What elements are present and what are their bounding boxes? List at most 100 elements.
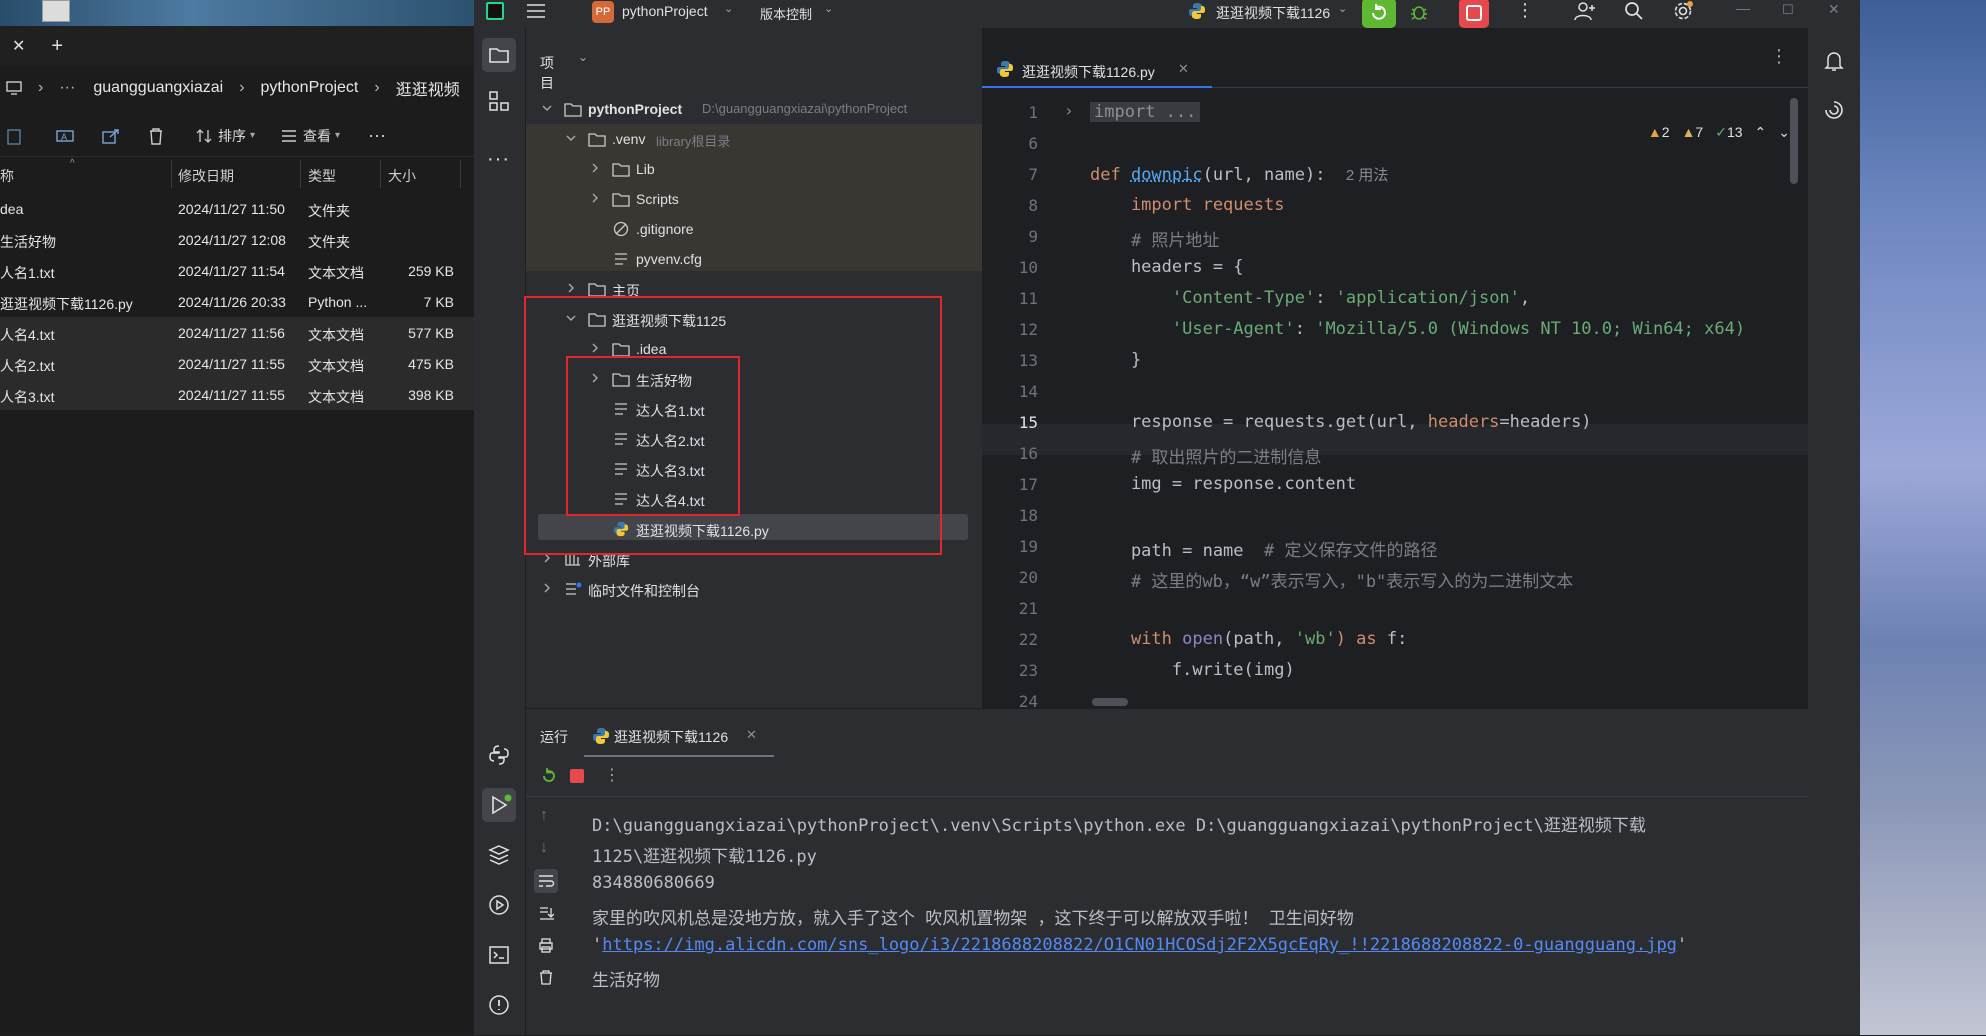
tree-item-scratches[interactable]: 临时文件和控制台 <box>526 574 982 604</box>
console-output[interactable]: D:\guangguangxiazai\pythonProject\.venv\… <box>592 805 1792 1035</box>
more-tools-icon[interactable]: ··· <box>487 148 510 171</box>
sort-button[interactable]: 排序 <box>218 126 246 146</box>
terminal-icon[interactable] <box>488 944 510 966</box>
more-options-button[interactable]: ··· <box>368 125 386 146</box>
project-panel-title[interactable]: 项目 <box>540 53 554 93</box>
clear-all-icon[interactable] <box>538 969 554 985</box>
settings-gear-icon[interactable] <box>1672 0 1694 22</box>
fold-chevron-icon[interactable]: › <box>1064 101 1074 120</box>
notifications-bell-icon[interactable] <box>1824 50 1844 72</box>
breadcrumb-item[interactable]: 逛逛视频 <box>396 76 460 100</box>
computer-icon[interactable] <box>6 81 22 95</box>
file-row[interactable]: 人名3.txt 2024/11/27 11:55 文本文档 398 KB <box>0 379 474 410</box>
tree-item-scripts[interactable]: Scripts <box>526 184 982 214</box>
code-line: } <box>1090 350 1141 370</box>
view-button[interactable]: 查看 <box>303 126 331 146</box>
editor-tab[interactable]: 逛逛视频下载1126.py ✕ <box>982 48 1212 88</box>
search-icon[interactable] <box>1624 1 1644 21</box>
debug-icon[interactable] <box>1409 2 1429 22</box>
close-tab-icon[interactable]: ✕ <box>746 727 757 743</box>
file-row[interactable]: 人名4.txt 2024/11/27 11:56 文本文档 577 KB <box>0 317 474 348</box>
chevron-down-icon: ⌄ <box>724 2 733 15</box>
tree-item-pyvenv[interactable]: pyvenv.cfg <box>526 244 982 274</box>
paste-icon[interactable] <box>6 127 22 145</box>
folded-imports[interactable]: import ... <box>1090 102 1200 122</box>
file-row[interactable]: dea 2024/11/27 11:50 文件夹 <box>0 193 474 224</box>
run-tool-button[interactable] <box>482 788 516 822</box>
line-number: 10 <box>982 258 1038 277</box>
folder-icon <box>588 131 606 147</box>
editor-more-icon[interactable]: ⋮ <box>1770 46 1788 67</box>
add-user-icon[interactable] <box>1574 1 1596 21</box>
breadcrumb-item[interactable]: pythonProject <box>261 79 359 97</box>
main-menu-icon[interactable] <box>526 3 546 19</box>
project-tool-button[interactable] <box>482 38 516 72</box>
breadcrumb-overflow[interactable]: ··· <box>59 79 75 97</box>
address-bar[interactable]: › ··· guangguangxiazai › pythonProject ›… <box>0 66 474 110</box>
editor-scrollbar[interactable] <box>1790 98 1798 184</box>
column-size-header[interactable]: 大小 <box>388 166 416 186</box>
file-row[interactable]: 人名2.txt 2024/11/27 11:55 文本文档 475 KB <box>0 348 474 379</box>
minimize-icon[interactable]: — <box>1736 0 1750 16</box>
editor-h-scrollbar[interactable] <box>1092 698 1128 706</box>
file-row[interactable]: 生活好物 2024/11/27 12:08 文件夹 <box>0 224 474 255</box>
maximize-icon[interactable]: ☐ <box>1782 2 1794 18</box>
project-switcher[interactable]: pythonProject <box>622 3 708 19</box>
highlight-box-inner <box>566 356 740 516</box>
file-type: Python ... <box>308 294 367 310</box>
run-tab[interactable]: 逛逛视频下载1126 ✕ <box>584 717 774 757</box>
breadcrumb-item[interactable]: guangguangxiazai <box>93 79 223 97</box>
python-console-icon[interactable] <box>488 744 510 766</box>
sort-icon[interactable] <box>196 128 212 144</box>
svg-text:A: A <box>61 133 68 143</box>
code-area[interactable]: import ... def downpic(url, name): 2 用法 … <box>1090 88 1808 708</box>
console-link[interactable]: https://img.alicdn.com/sns_logo/i3/22186… <box>602 935 1677 955</box>
file-type: 文本文档 <box>308 356 364 376</box>
ignore-file-icon <box>612 221 630 237</box>
more-actions-icon[interactable]: ⋮ <box>604 765 620 785</box>
view-icon[interactable] <box>281 129 297 143</box>
run-config-selector[interactable]: 逛逛视频下载1126 <box>1216 3 1330 23</box>
new-tab-icon[interactable]: + <box>51 35 63 58</box>
rerun-icon[interactable] <box>540 767 558 785</box>
rerun-button[interactable] <box>1362 0 1396 28</box>
code-line-current: response = requests.get(url, headers=hea… <box>1090 412 1592 432</box>
tree-item-gitignore[interactable]: .gitignore <box>526 214 982 244</box>
soft-wrap-icon[interactable] <box>534 869 558 893</box>
close-window-icon[interactable]: ✕ <box>1828 1 1840 18</box>
scroll-down-icon[interactable]: ↓ <box>540 839 548 857</box>
code-line: 'Content-Type': 'application/json', <box>1090 288 1530 308</box>
file-modified: 2024/11/27 11:54 <box>178 263 285 279</box>
problems-icon[interactable] <box>488 994 510 1016</box>
stop-button[interactable] <box>1459 0 1489 28</box>
chevron-down-icon: ▾ <box>335 130 340 141</box>
tree-label: 临时文件和控制台 <box>588 581 700 601</box>
scroll-to-end-icon[interactable] <box>538 905 554 921</box>
python-packages-icon[interactable] <box>488 844 510 866</box>
services-icon[interactable] <box>488 894 510 916</box>
tree-item-project-root[interactable]: pythonProject D:\guangguangxiazai\python… <box>526 94 982 124</box>
column-modified-header[interactable]: 修改日期 <box>178 166 234 186</box>
more-actions-icon[interactable]: ⋮ <box>1516 0 1534 21</box>
stop-icon[interactable] <box>570 769 584 783</box>
column-type-header[interactable]: 类型 <box>308 166 336 186</box>
vcs-widget[interactable]: 版本控制 <box>760 4 812 23</box>
rename-icon[interactable]: A <box>56 128 74 144</box>
ai-assistant-icon[interactable] <box>1824 100 1844 120</box>
tree-item-venv[interactable]: .venv library根目录 <box>526 124 982 154</box>
structure-icon[interactable] <box>488 90 510 112</box>
print-icon[interactable] <box>538 937 554 953</box>
close-tab-icon[interactable]: ✕ <box>12 36 25 56</box>
file-name: 人名2.txt <box>0 356 54 376</box>
sort-asc-icon: ^ <box>70 158 75 169</box>
tree-item-lib[interactable]: Lib <box>526 154 982 184</box>
column-name-header[interactable]: 称 <box>0 166 14 186</box>
project-badge[interactable]: PP <box>592 1 614 23</box>
delete-icon[interactable] <box>148 127 164 145</box>
share-icon[interactable] <box>102 128 120 144</box>
close-tab-icon[interactable]: ✕ <box>1178 61 1189 77</box>
scroll-up-icon[interactable]: ↑ <box>540 807 548 825</box>
file-type: 文本文档 <box>308 263 364 283</box>
file-row[interactable]: 人名1.txt 2024/11/27 11:54 文本文档 259 KB <box>0 255 474 286</box>
file-row[interactable]: 逛逛视频下载1126.py 2024/11/26 20:33 Python ..… <box>0 286 474 317</box>
